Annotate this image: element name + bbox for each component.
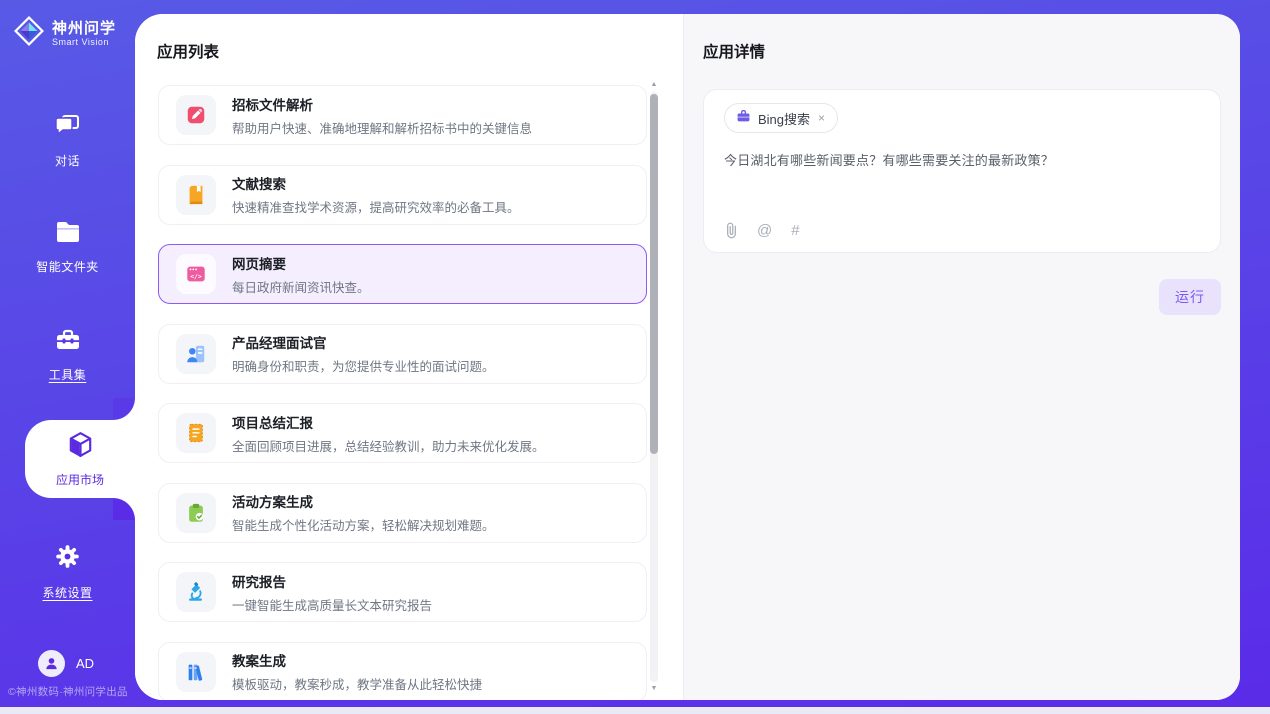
main-content-frame: 应用列表 招标文件解析 帮助用户快速、准确地理解和解析招标书中的关键信息 — [135, 14, 1240, 700]
app-card-list: 招标文件解析 帮助用户快速、准确地理解和解析招标书中的关键信息 文献搜索 快速精… — [158, 85, 647, 700]
scrollbar-thumb[interactable] — [650, 94, 658, 454]
app-card-name: 活动方案生成 — [232, 491, 495, 511]
gear-icon — [54, 543, 81, 575]
paperclip-icon[interactable] — [725, 222, 738, 239]
app-card-project-summary[interactable]: 项目总结汇报 全面回顾项目进展，总结经验教训，助力未来优化发展。 — [158, 403, 647, 463]
app-card-name: 网页摘要 — [232, 253, 370, 273]
app-card-desc: 每日政府新闻资讯快查。 — [232, 277, 370, 296]
app-card-web-summary-selected[interactable]: </> 网页摘要 每日政府新闻资讯快查。 — [158, 244, 647, 304]
tool-tag-bing[interactable]: Bing搜索 × — [724, 103, 838, 133]
app-card-name: 项目总结汇报 — [232, 412, 545, 432]
books-icon — [176, 652, 216, 692]
sidebar: 神州问学 Smart Vision 对话 智能文件夹 — [0, 0, 135, 714]
app-card-research-report[interactable]: 研究报告 一键智能生成高质量长文本研究报告 — [158, 562, 647, 622]
sidebar-item-settings[interactable]: 系统设置 — [0, 543, 135, 601]
book-icon — [176, 175, 216, 215]
hash-icon[interactable]: # — [791, 222, 799, 239]
sidebar-item-app-market-active[interactable]: 应用市场 — [25, 420, 135, 498]
sidebar-item-smart-folder[interactable]: 智能文件夹 — [0, 220, 135, 275]
app-card-bid-parse[interactable]: 招标文件解析 帮助用户快速、准确地理解和解析招标书中的关键信息 — [158, 85, 647, 145]
tool-tag-label: Bing搜索 — [758, 109, 810, 128]
app-card-desc: 模板驱动，教案秒成，教学准备从此轻松快捷 — [232, 674, 482, 693]
sidebar-item-label: 应用市场 — [56, 471, 104, 488]
app-card-desc: 明确身份和职责，为您提供专业性的面试问题。 — [232, 356, 495, 375]
app-card-desc: 快速精准查找学术资源，提高研究效率的必备工具。 — [232, 197, 520, 216]
user-initials: AD — [76, 656, 94, 671]
brand-name: 神州问学 — [52, 20, 116, 37]
app-card-pm-interviewer[interactable]: 产品经理面试官 明确身份和职责，为您提供专业性的面试问题。 — [158, 324, 647, 384]
sidebar-item-label: 智能文件夹 — [36, 258, 99, 275]
sidebar-item-label: 对话 — [55, 152, 80, 169]
folder-icon — [54, 220, 82, 249]
app-card-name: 研究报告 — [232, 571, 432, 591]
copyright-footer: ©神州数码·神州问学出品 — [8, 684, 135, 699]
app-card-desc: 帮助用户快速、准确地理解和解析招标书中的关键信息 — [232, 118, 532, 137]
briefcase-icon — [736, 109, 751, 128]
user-account[interactable]: AD — [38, 650, 94, 677]
input-toolbar: @ # — [725, 222, 800, 239]
svg-text:</>: </> — [190, 273, 202, 281]
sidebar-item-toolset[interactable]: 工具集 — [0, 328, 135, 383]
scroll-up-icon[interactable]: ▲ — [649, 80, 659, 90]
diamond-logo-icon — [14, 16, 44, 51]
app-list-panel: 应用列表 招标文件解析 帮助用户快速、准确地理解和解析招标书中的关键信息 — [135, 14, 683, 700]
bubble-curve-bottom — [113, 498, 135, 520]
bottom-edge-strip — [0, 707, 1270, 714]
brand-subtitle: Smart Vision — [52, 37, 116, 47]
report-note-icon — [176, 413, 216, 453]
query-input-text[interactable]: 今日湖北有哪些新闻要点？有哪些需要关注的最新政策？ — [724, 150, 1200, 169]
app-card-name: 文献搜索 — [232, 173, 520, 193]
app-card-desc: 全面回顾项目进展，总结经验教训，助力未来优化发展。 — [232, 436, 545, 455]
run-row: 运行 — [703, 279, 1221, 315]
cube-icon — [67, 431, 94, 464]
microscope-icon — [176, 572, 216, 612]
browser-code-icon: </> — [176, 254, 216, 294]
app-card-lesson-plan[interactable]: 教案生成 模板驱动，教案秒成，教学准备从此轻松快捷 — [158, 642, 647, 701]
app-list-scrollbar[interactable]: ▲ ▼ — [649, 80, 659, 694]
app-list-title: 应用列表 — [157, 40, 219, 62]
app-card-name: 教案生成 — [232, 650, 482, 670]
app-card-desc: 智能生成个性化活动方案，轻松解决规划难题。 — [232, 515, 495, 534]
sidebar-item-label: 系统设置 — [42, 584, 92, 601]
app-detail-title: 应用详情 — [703, 40, 1221, 62]
app-card-name: 招标文件解析 — [232, 94, 532, 114]
doc-edit-icon — [176, 95, 216, 135]
app-card-desc: 一键智能生成高质量长文本研究报告 — [232, 595, 432, 614]
bubble-curve-top — [113, 398, 135, 420]
sidebar-item-label: 工具集 — [49, 366, 87, 383]
at-sign-icon[interactable]: @ — [757, 222, 772, 239]
interviewer-icon — [176, 334, 216, 374]
run-button[interactable]: 运行 — [1159, 279, 1221, 315]
tag-close-icon[interactable]: × — [817, 111, 826, 125]
toolbox-icon — [54, 328, 82, 357]
avatar — [38, 650, 65, 677]
brand-logo: 神州问学 Smart Vision — [14, 16, 116, 51]
sidebar-item-chat[interactable]: 对话 — [0, 112, 135, 169]
prompt-input-card[interactable]: Bing搜索 × 今日湖北有哪些新闻要点？有哪些需要关注的最新政策？ @ # — [703, 89, 1221, 253]
app-card-literature-search[interactable]: 文献搜索 快速精准查找学术资源，提高研究效率的必备工具。 — [158, 165, 647, 225]
scroll-down-icon[interactable]: ▼ — [649, 684, 659, 694]
app-card-name: 产品经理面试官 — [232, 332, 495, 352]
chat-icon — [54, 112, 82, 143]
app-detail-panel: 应用详情 Bing搜索 × 今日湖北有哪些新闻要点？有哪些需要关注的最新政策？ — [683, 14, 1240, 700]
app-card-event-plan[interactable]: 活动方案生成 智能生成个性化活动方案，轻松解决规划难题。 — [158, 483, 647, 543]
clipboard-check-icon — [176, 493, 216, 533]
